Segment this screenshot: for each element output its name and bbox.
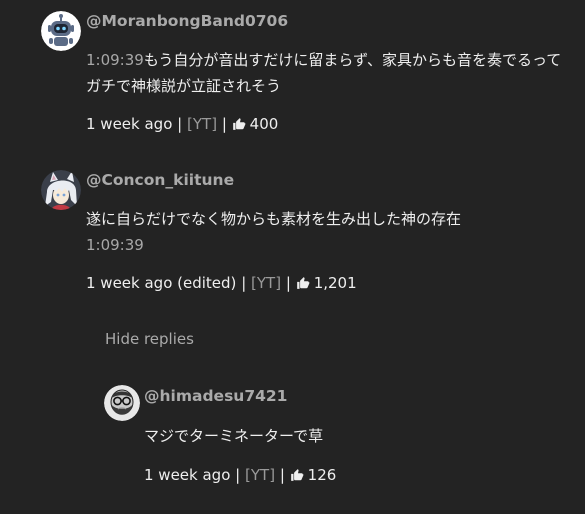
comment-1-timestamp-link[interactable]: 1:09:39 [86, 51, 144, 69]
comment-2-avatar[interactable] [41, 170, 81, 210]
comment-1-avatar[interactable] [41, 11, 81, 51]
comment-2-age: 1 week ago (edited) [86, 274, 237, 292]
separator: | [279, 466, 285, 484]
reply-1-meta: 1 week ago | [YT] | 126 [144, 466, 336, 484]
anime-girl-avatar-icon [41, 170, 81, 210]
reply-1-text: マジでターミネーターで草 [144, 427, 324, 445]
comment-1-age: 1 week ago [86, 115, 173, 133]
comment-1-yt-link[interactable]: [YT] [187, 115, 217, 133]
comment-1-like-count: 400 [249, 115, 279, 133]
comment-1-text: もう自分が音出すだけに留まらず、家具からも音を奏でるってガチで神様説が立証されそ… [86, 51, 562, 95]
thumbs-up-icon [296, 277, 310, 289]
comment-2-body: 遂に自らだけでなく物からも素材を生み出した神の存在 1:09:39 [86, 206, 562, 258]
comment-1-author[interactable]: @MoranbongBand0706 [86, 12, 288, 30]
reply-1-yt-link[interactable]: [YT] [245, 466, 275, 484]
separator: | [235, 466, 241, 484]
separator: | [177, 115, 183, 133]
reply-1-avatar[interactable] [104, 385, 140, 421]
comment-2-like-count: 1,201 [313, 274, 357, 292]
hide-replies-button[interactable]: Hide replies [105, 330, 194, 348]
reply-1-like-count: 126 [307, 466, 337, 484]
separator: | [241, 274, 247, 292]
robot-avatar-icon [41, 11, 81, 51]
reply-1-age: 1 week ago [144, 466, 231, 484]
comment-1-meta: 1 week ago | [YT] | 400 [86, 115, 278, 133]
comment-1-body: 1:09:39もう自分が音出すだけに留まらず、家具からも音を奏でるってガチで神様… [86, 47, 562, 99]
comment-2-meta: 1 week ago (edited) | [YT] | 1,201 [86, 274, 357, 292]
thumbs-up-icon [232, 118, 246, 130]
comment-2-yt-link[interactable]: [YT] [251, 274, 281, 292]
comment-2-author[interactable]: @Concon_kiitune [86, 171, 234, 189]
comment-2-timestamp-link[interactable]: 1:09:39 [86, 232, 144, 258]
comment-2-text: 遂に自らだけでなく物からも素材を生み出した神の存在 [86, 210, 462, 228]
separator: | [285, 274, 291, 292]
bearded-man-avatar-icon [104, 385, 140, 421]
separator: | [221, 115, 227, 133]
thumbs-up-icon [290, 469, 304, 481]
reply-1-author[interactable]: @himadesu7421 [144, 387, 287, 405]
